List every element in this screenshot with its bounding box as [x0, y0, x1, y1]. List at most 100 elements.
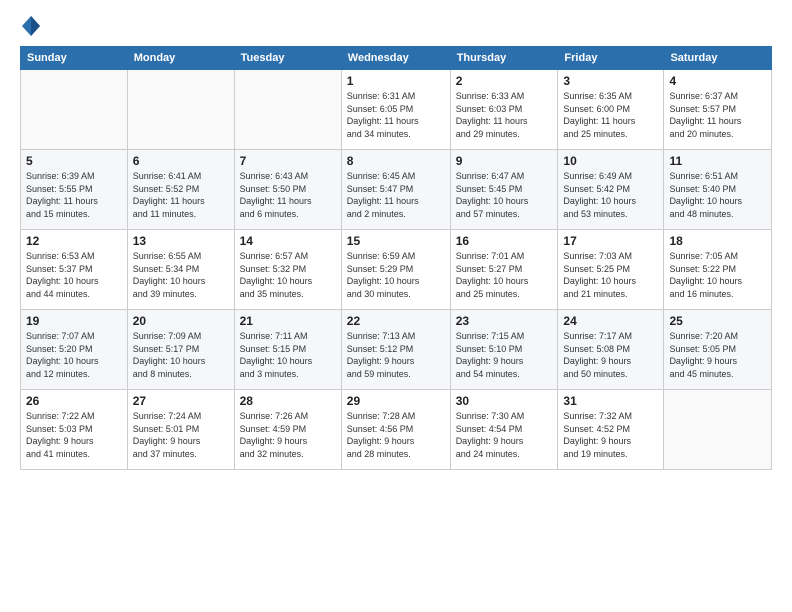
day-info: Sunrise: 6:57 AM Sunset: 5:32 PM Dayligh… — [240, 250, 336, 300]
day-info: Sunrise: 7:26 AM Sunset: 4:59 PM Dayligh… — [240, 410, 336, 460]
calendar-cell: 11 Sunrise: 6:51 AM Sunset: 5:40 PM Dayli… — [664, 150, 772, 230]
day-info: Sunrise: 7:01 AM Sunset: 5:27 PM Dayligh… — [456, 250, 553, 300]
day-info: Sunrise: 6:53 AM Sunset: 5:37 PM Dayligh… — [26, 250, 122, 300]
calendar-cell: 15 Sunrise: 6:59 AM Sunset: 5:29 PM Dayli… — [341, 230, 450, 310]
calendar-week-row: 5 Sunrise: 6:39 AM Sunset: 5:55 PM Daylig… — [21, 150, 772, 230]
calendar-cell: 9Sunrise: 6:47 AM Sunset: 5:45 PM Daylig… — [450, 150, 558, 230]
day-info: Sunrise: 7:22 AM Sunset: 5:03 PM Dayligh… — [26, 410, 122, 460]
day-info: Sunrise: 7:13 AM Sunset: 5:12 PM Dayligh… — [347, 330, 445, 380]
weekday-header-saturday: Saturday — [664, 47, 772, 70]
calendar-cell: 28 Sunrise: 7:26 AM Sunset: 4:59 PM Dayli… — [234, 390, 341, 470]
calendar-cell: 12Sunrise: 6:53 AM Sunset: 5:37 PM Dayli… — [21, 230, 128, 310]
day-number: 7 — [240, 154, 336, 168]
day-number: 22 — [347, 314, 445, 328]
day-info: Sunrise: 7:07 AM Sunset: 5:20 PM Dayligh… — [26, 330, 122, 380]
calendar-week-row: 26Sunrise: 7:22 AM Sunset: 5:03 PM Dayli… — [21, 390, 772, 470]
calendar-cell: 26Sunrise: 7:22 AM Sunset: 5:03 PM Dayli… — [21, 390, 128, 470]
day-info: Sunrise: 6:59 AM Sunset: 5:29 PM Dayligh… — [347, 250, 445, 300]
calendar-cell: 27 Sunrise: 7:24 AM Sunset: 5:01 PM Dayli… — [127, 390, 234, 470]
day-info: Sunrise: 7:15 AM Sunset: 5:10 PM Dayligh… — [456, 330, 553, 380]
day-info: Sunrise: 6:31 AM Sunset: 6:05 PM Dayligh… — [347, 90, 445, 140]
calendar-cell: 7 Sunrise: 6:43 AM Sunset: 5:50 PM Daylig… — [234, 150, 341, 230]
day-number: 8 — [347, 154, 445, 168]
day-number: 14 — [240, 234, 336, 248]
calendar-cell: 1 Sunrise: 6:31 AM Sunset: 6:05 PM Daylig… — [341, 70, 450, 150]
page: SundayMondayTuesdayWednesdayThursdayFrid… — [0, 0, 792, 612]
calendar-cell: 31Sunrise: 7:32 AM Sunset: 4:52 PM Dayli… — [558, 390, 664, 470]
day-info: Sunrise: 6:39 AM Sunset: 5:55 PM Dayligh… — [26, 170, 122, 220]
day-info: Sunrise: 7:09 AM Sunset: 5:17 PM Dayligh… — [133, 330, 229, 380]
calendar-cell: 18 Sunrise: 7:05 AM Sunset: 5:22 PM Dayli… — [664, 230, 772, 310]
weekday-header-sunday: Sunday — [21, 47, 128, 70]
calendar-cell: 5 Sunrise: 6:39 AM Sunset: 5:55 PM Daylig… — [21, 150, 128, 230]
calendar-cell: 2 Sunrise: 6:33 AM Sunset: 6:03 PM Daylig… — [450, 70, 558, 150]
weekday-header-monday: Monday — [127, 47, 234, 70]
day-number: 2 — [456, 74, 553, 88]
calendar-cell: 3 Sunrise: 6:35 AM Sunset: 6:00 PM Daylig… — [558, 70, 664, 150]
day-info: Sunrise: 6:37 AM Sunset: 5:57 PM Dayligh… — [669, 90, 766, 140]
calendar-cell: 23 Sunrise: 7:15 AM Sunset: 5:10 PM Dayli… — [450, 310, 558, 390]
day-info: Sunrise: 6:47 AM Sunset: 5:45 PM Dayligh… — [456, 170, 553, 220]
day-info: Sunrise: 6:51 AM Sunset: 5:40 PM Dayligh… — [669, 170, 766, 220]
day-number: 19 — [26, 314, 122, 328]
day-info: Sunrise: 7:24 AM Sunset: 5:01 PM Dayligh… — [133, 410, 229, 460]
day-number: 23 — [456, 314, 553, 328]
day-number: 24 — [563, 314, 658, 328]
day-info: Sunrise: 6:43 AM Sunset: 5:50 PM Dayligh… — [240, 170, 336, 220]
calendar-cell: 6Sunrise: 6:41 AM Sunset: 5:52 PM Daylig… — [127, 150, 234, 230]
day-number: 27 — [133, 394, 229, 408]
day-number: 21 — [240, 314, 336, 328]
day-number: 28 — [240, 394, 336, 408]
day-number: 31 — [563, 394, 658, 408]
logo-icon — [22, 16, 40, 36]
day-info: Sunrise: 6:35 AM Sunset: 6:00 PM Dayligh… — [563, 90, 658, 140]
calendar-cell — [21, 70, 128, 150]
day-info: Sunrise: 7:30 AM Sunset: 4:54 PM Dayligh… — [456, 410, 553, 460]
day-number: 1 — [347, 74, 445, 88]
day-number: 10 — [563, 154, 658, 168]
calendar-cell: 24 Sunrise: 7:17 AM Sunset: 5:08 PM Dayli… — [558, 310, 664, 390]
calendar-cell: 25 Sunrise: 7:20 AM Sunset: 5:05 PM Dayli… — [664, 310, 772, 390]
calendar-cell — [127, 70, 234, 150]
calendar-cell: 30 Sunrise: 7:30 AM Sunset: 4:54 PM Dayli… — [450, 390, 558, 470]
day-number: 13 — [133, 234, 229, 248]
calendar-cell: 10Sunrise: 6:49 AM Sunset: 5:42 PM Dayli… — [558, 150, 664, 230]
calendar-cell: 17 Sunrise: 7:03 AM Sunset: 5:25 PM Dayli… — [558, 230, 664, 310]
day-number: 5 — [26, 154, 122, 168]
calendar-week-row: 12Sunrise: 6:53 AM Sunset: 5:37 PM Dayli… — [21, 230, 772, 310]
day-number: 25 — [669, 314, 766, 328]
day-number: 30 — [456, 394, 553, 408]
day-info: Sunrise: 7:28 AM Sunset: 4:56 PM Dayligh… — [347, 410, 445, 460]
day-info: Sunrise: 7:20 AM Sunset: 5:05 PM Dayligh… — [669, 330, 766, 380]
day-number: 18 — [669, 234, 766, 248]
day-info: Sunrise: 6:55 AM Sunset: 5:34 PM Dayligh… — [133, 250, 229, 300]
calendar-header-row: SundayMondayTuesdayWednesdayThursdayFrid… — [21, 47, 772, 70]
day-number: 3 — [563, 74, 658, 88]
day-info: Sunrise: 7:05 AM Sunset: 5:22 PM Dayligh… — [669, 250, 766, 300]
calendar-cell: 13 Sunrise: 6:55 AM Sunset: 5:34 PM Dayli… — [127, 230, 234, 310]
calendar-week-row: 1 Sunrise: 6:31 AM Sunset: 6:05 PM Daylig… — [21, 70, 772, 150]
calendar-cell: 19 Sunrise: 7:07 AM Sunset: 5:20 PM Dayli… — [21, 310, 128, 390]
day-number: 16 — [456, 234, 553, 248]
day-number: 15 — [347, 234, 445, 248]
calendar-table: SundayMondayTuesdayWednesdayThursdayFrid… — [20, 46, 772, 470]
day-number: 29 — [347, 394, 445, 408]
day-info: Sunrise: 7:17 AM Sunset: 5:08 PM Dayligh… — [563, 330, 658, 380]
calendar-cell: 20 Sunrise: 7:09 AM Sunset: 5:17 PM Dayli… — [127, 310, 234, 390]
calendar-cell: 16 Sunrise: 7:01 AM Sunset: 5:27 PM Dayli… — [450, 230, 558, 310]
day-number: 4 — [669, 74, 766, 88]
day-number: 20 — [133, 314, 229, 328]
day-info: Sunrise: 7:11 AM Sunset: 5:15 PM Dayligh… — [240, 330, 336, 380]
calendar-cell: 4 Sunrise: 6:37 AM Sunset: 5:57 PM Daylig… — [664, 70, 772, 150]
day-info: Sunrise: 7:03 AM Sunset: 5:25 PM Dayligh… — [563, 250, 658, 300]
day-number: 17 — [563, 234, 658, 248]
calendar-cell — [664, 390, 772, 470]
day-number: 11 — [669, 154, 766, 168]
header — [20, 16, 772, 36]
day-info: Sunrise: 6:33 AM Sunset: 6:03 PM Dayligh… — [456, 90, 553, 140]
weekday-header-friday: Friday — [558, 47, 664, 70]
calendar-cell — [234, 70, 341, 150]
calendar-cell: 29 Sunrise: 7:28 AM Sunset: 4:56 PM Dayli… — [341, 390, 450, 470]
weekday-header-wednesday: Wednesday — [341, 47, 450, 70]
day-info: Sunrise: 6:45 AM Sunset: 5:47 PM Dayligh… — [347, 170, 445, 220]
